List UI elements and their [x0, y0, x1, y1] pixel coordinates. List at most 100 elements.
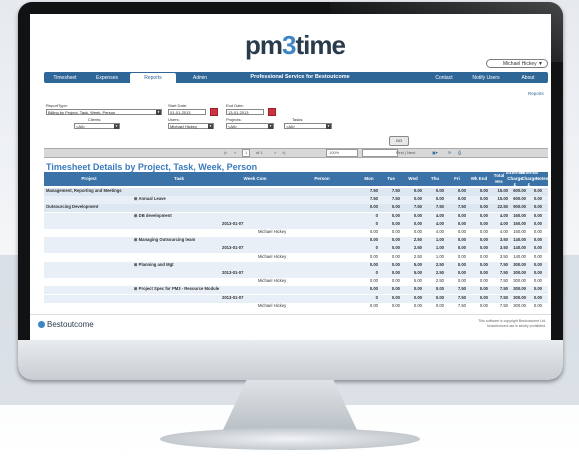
value-cell: 0.00 [413, 286, 422, 292]
table-row: ⊞ DB development 0 0.00 0.00 4.00 0.00 0.00 4.0… [44, 212, 548, 221]
value-cell: 0.00 [391, 278, 400, 284]
value-cell: 0.00 [479, 302, 488, 308]
value-cell: 3.50 [499, 237, 508, 243]
value-cell: 0 [375, 294, 378, 300]
projects-select[interactable]: <All> ▼ [226, 123, 274, 129]
tab-expenses[interactable]: Expenses [88, 73, 126, 83]
value-cell: 0.00 [369, 237, 378, 243]
value-cell: 0.00 [391, 302, 400, 308]
value-cell: 0.00 [413, 302, 422, 308]
value-cell: 7.50 [499, 302, 508, 308]
task-cell[interactable]: ⊞ DB development [134, 213, 172, 218]
week-cell: 2013-01-07 [222, 245, 244, 251]
tab-reports[interactable]: Reports [130, 73, 176, 83]
value-cell: 4.00 [435, 220, 444, 226]
project-cell: Management, Reporting and Meetings [46, 188, 122, 193]
end-date-input[interactable]: 13-01-2013 [226, 109, 264, 115]
table-row: 2013-01-07 0 0.00 0.00 0.00 7.50 0.00 7.50 300.0… [44, 294, 548, 303]
col-notes: Notes [535, 176, 549, 181]
table-row: Michael Hickey 0.00 0.00 0.00 0.00 7.50 0.00 7.… [44, 302, 548, 311]
find-next-link[interactable]: Find | Next [396, 149, 415, 157]
value-cell: 7.50 [499, 261, 508, 267]
value-cell: 0.00 [391, 270, 400, 275]
tab-timesheet[interactable]: Timesheet [46, 73, 84, 83]
value-cell: 7.50 [499, 270, 508, 275]
value-cell: 0.00 [479, 278, 488, 284]
tab-admin[interactable]: Admin [180, 73, 220, 83]
tab-notify-users[interactable]: Notify Users [466, 73, 506, 83]
value-cell: 0.00 [413, 196, 422, 202]
start-date-input[interactable]: 01-01-2013 [168, 109, 206, 115]
tab-contact[interactable]: Contact [426, 73, 462, 83]
value-cell: 0.00 [391, 245, 400, 251]
tab-about[interactable]: About [510, 73, 546, 83]
col-task: Task [174, 176, 184, 181]
value-cell: 3.50 [499, 253, 508, 259]
next-page-button[interactable]: > [274, 149, 276, 157]
value-cell: 3.50 [499, 245, 508, 251]
clients-select[interactable]: <All> ▼ [74, 123, 120, 129]
task-cell[interactable]: ⊞ Planning and Mgt [134, 262, 174, 267]
monitor-stand-base [160, 428, 420, 450]
refresh-icon[interactable]: ⟳ [448, 149, 451, 157]
value-cell: 2.50 [435, 261, 444, 267]
report-type-select[interactable]: Billing by Project, Task, Week, Person ▼ [46, 109, 162, 115]
value-cell: 0.00 [533, 278, 542, 284]
value-cell: 0.00 [457, 212, 466, 218]
reports-breadcrumb[interactable]: Reports [528, 91, 544, 96]
value-cell: 0.00 [533, 188, 542, 193]
tasks-select[interactable]: <All> ▼ [284, 123, 332, 129]
value-cell: 4.00 [499, 229, 508, 234]
value-cell: 7.50 [499, 294, 508, 300]
copyright-notice: This software is copyright Bestoutcome L… [478, 319, 546, 328]
last-page-button[interactable]: >| [282, 149, 285, 157]
table-row: Michael Hickey 0.00 0.00 2.50 1.00 0.00 0.00 3.… [44, 253, 548, 262]
first-page-button[interactable]: |< [224, 149, 227, 157]
value-cell: 0.00 [391, 204, 400, 210]
value-cell: 4.00 [435, 229, 444, 234]
value-cell: 0.00 [391, 220, 400, 226]
table-row: ⊞ Planning and Mgt 0.00 0.00 5.00 2.50 0.00 0.… [44, 261, 548, 270]
value-cell: 0.00 [479, 204, 488, 210]
value-cell: 0.00 [533, 229, 542, 234]
calendar-icon[interactable] [268, 108, 276, 116]
table-row: Management, Reporting and Meetings 7.50 7.… [44, 188, 548, 196]
value-cell: 0.00 [435, 294, 444, 300]
zoom-select[interactable]: 100% [326, 149, 358, 157]
task-cell[interactable]: ⊞ Annual Leave [134, 196, 166, 201]
value-cell: 7.50 [499, 286, 508, 292]
calendar-icon[interactable] [210, 108, 218, 116]
export-icon[interactable]: ▣▾ [432, 149, 438, 157]
value-cell: 0.00 [391, 237, 400, 243]
value-cell: 2.50 [413, 253, 422, 259]
page-count: of 1 [256, 150, 263, 155]
task-cell[interactable]: ⊞ Managing Outsourcing team [134, 237, 195, 242]
value-cell: 0.00 [457, 229, 466, 234]
col-wkend: Wk End [470, 176, 488, 181]
value-cell: 0.00 [391, 261, 400, 267]
value-cell: 0.00 [435, 286, 444, 292]
person-cell: Michael Hickey [258, 278, 287, 284]
value-cell: 0.00 [369, 204, 378, 210]
col-wed: Wed [408, 176, 418, 181]
value-cell: 0.00 [533, 253, 542, 259]
value-cell: 7.50 [369, 188, 378, 193]
value-cell: 0.00 [533, 204, 542, 210]
prev-page-button[interactable]: < [234, 149, 236, 157]
print-icon[interactable]: ⎙ [458, 149, 461, 157]
table-row: 2013-01-07 0 0.00 2.50 1.00 0.00 0.00 3.50 140.0… [44, 245, 548, 254]
value-cell: 7.50 [457, 204, 466, 210]
value-cell: 0.00 [457, 261, 466, 267]
go-button[interactable]: GO [389, 136, 409, 146]
page-number-input[interactable]: 1 [242, 149, 251, 157]
users-select[interactable]: Michael Hickey ▼ [168, 123, 214, 129]
value-cell: 0.00 [533, 212, 542, 218]
task-cell[interactable]: ⊞ Project Spec for PM3 - Resource Module [134, 286, 219, 291]
value-cell: 7.50 [499, 278, 508, 284]
find-input[interactable] [362, 149, 398, 157]
value-cell: 5.00 [413, 261, 422, 267]
table-row: Michael Hickey 0.00 0.00 5.00 2.50 0.00 0.00 7.… [44, 278, 548, 287]
value-cell: 0.00 [391, 212, 400, 218]
value-cell: 0.00 [413, 229, 422, 234]
value-cell: 1.00 [435, 237, 444, 243]
